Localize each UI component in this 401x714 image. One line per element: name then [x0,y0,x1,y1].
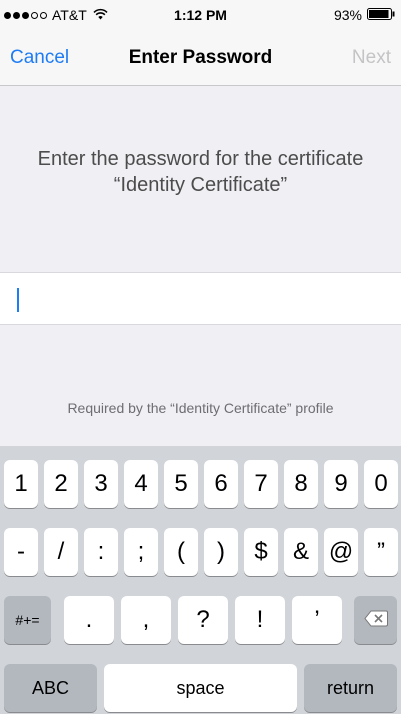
space-key[interactable]: space [104,664,297,712]
key-row2-8[interactable]: & [284,528,318,576]
key-row1-1[interactable]: 1 [4,460,38,508]
password-prompt: Enter the password for the certificate “… [0,146,401,198]
key-row2-9[interactable]: @ [324,528,358,576]
key-row2-5[interactable]: ( [164,528,198,576]
key-row2-1[interactable]: - [4,528,38,576]
status-bar: AT&T 1:12 PM 93% [0,0,401,30]
prompt-line-1: Enter the password for the certificate [37,148,364,170]
key-row3-4[interactable]: ! [235,596,285,644]
delete-icon [363,606,388,634]
page-title: Enter Password [128,47,273,68]
key-row3-2[interactable]: , [121,596,171,644]
battery-icon [367,7,395,23]
key-row2-4[interactable]: ; [124,528,158,576]
keyboard: 1234567890 - /:;() $ & @” #+= .,?!’ ABC spac… [0,446,401,714]
key-row1-8[interactable]: 8 [284,460,318,508]
key-row1-10[interactable]: 0 [364,460,398,508]
key-row1-3[interactable]: 3 [84,460,118,508]
abc-key[interactable]: ABC [4,664,97,712]
key-row1-9[interactable]: 9 [324,460,358,508]
profile-footnote: Required by the “Identity Certificate” p… [67,400,334,416]
key-row2-2[interactable]: / [44,528,78,576]
key-row2-10[interactable]: ” [364,528,398,576]
key-row2-6[interactable]: ) [204,528,238,576]
key-row3-3[interactable]: ? [178,596,228,644]
key-row1-5[interactable]: 5 [164,460,198,508]
key-row1-6[interactable]: 6 [204,460,238,508]
prompt-line-2: “Identity Certificate” [113,174,288,196]
more-symbols-key[interactable]: #+= [4,596,51,644]
key-row2-7[interactable]: $ [244,528,278,576]
battery-percentage: 93% [333,7,362,23]
key-row2-3[interactable]: : [84,528,118,576]
text-cursor [17,288,19,312]
key-row1-4[interactable]: 4 [124,460,158,508]
navigation-bar: Cancel Enter Password Next [0,30,401,86]
key-row3-5[interactable]: ’ [292,596,342,644]
delete-key[interactable] [354,596,397,644]
password-field[interactable] [0,272,401,325]
next-button[interactable]: Next [352,47,391,69]
key-row1-2[interactable]: 2 [44,460,78,508]
return-key[interactable]: return [304,664,397,712]
key-row3-1[interactable]: . [64,596,114,644]
key-row1-7[interactable]: 7 [244,460,278,508]
status-right: 93% [334,7,395,23]
